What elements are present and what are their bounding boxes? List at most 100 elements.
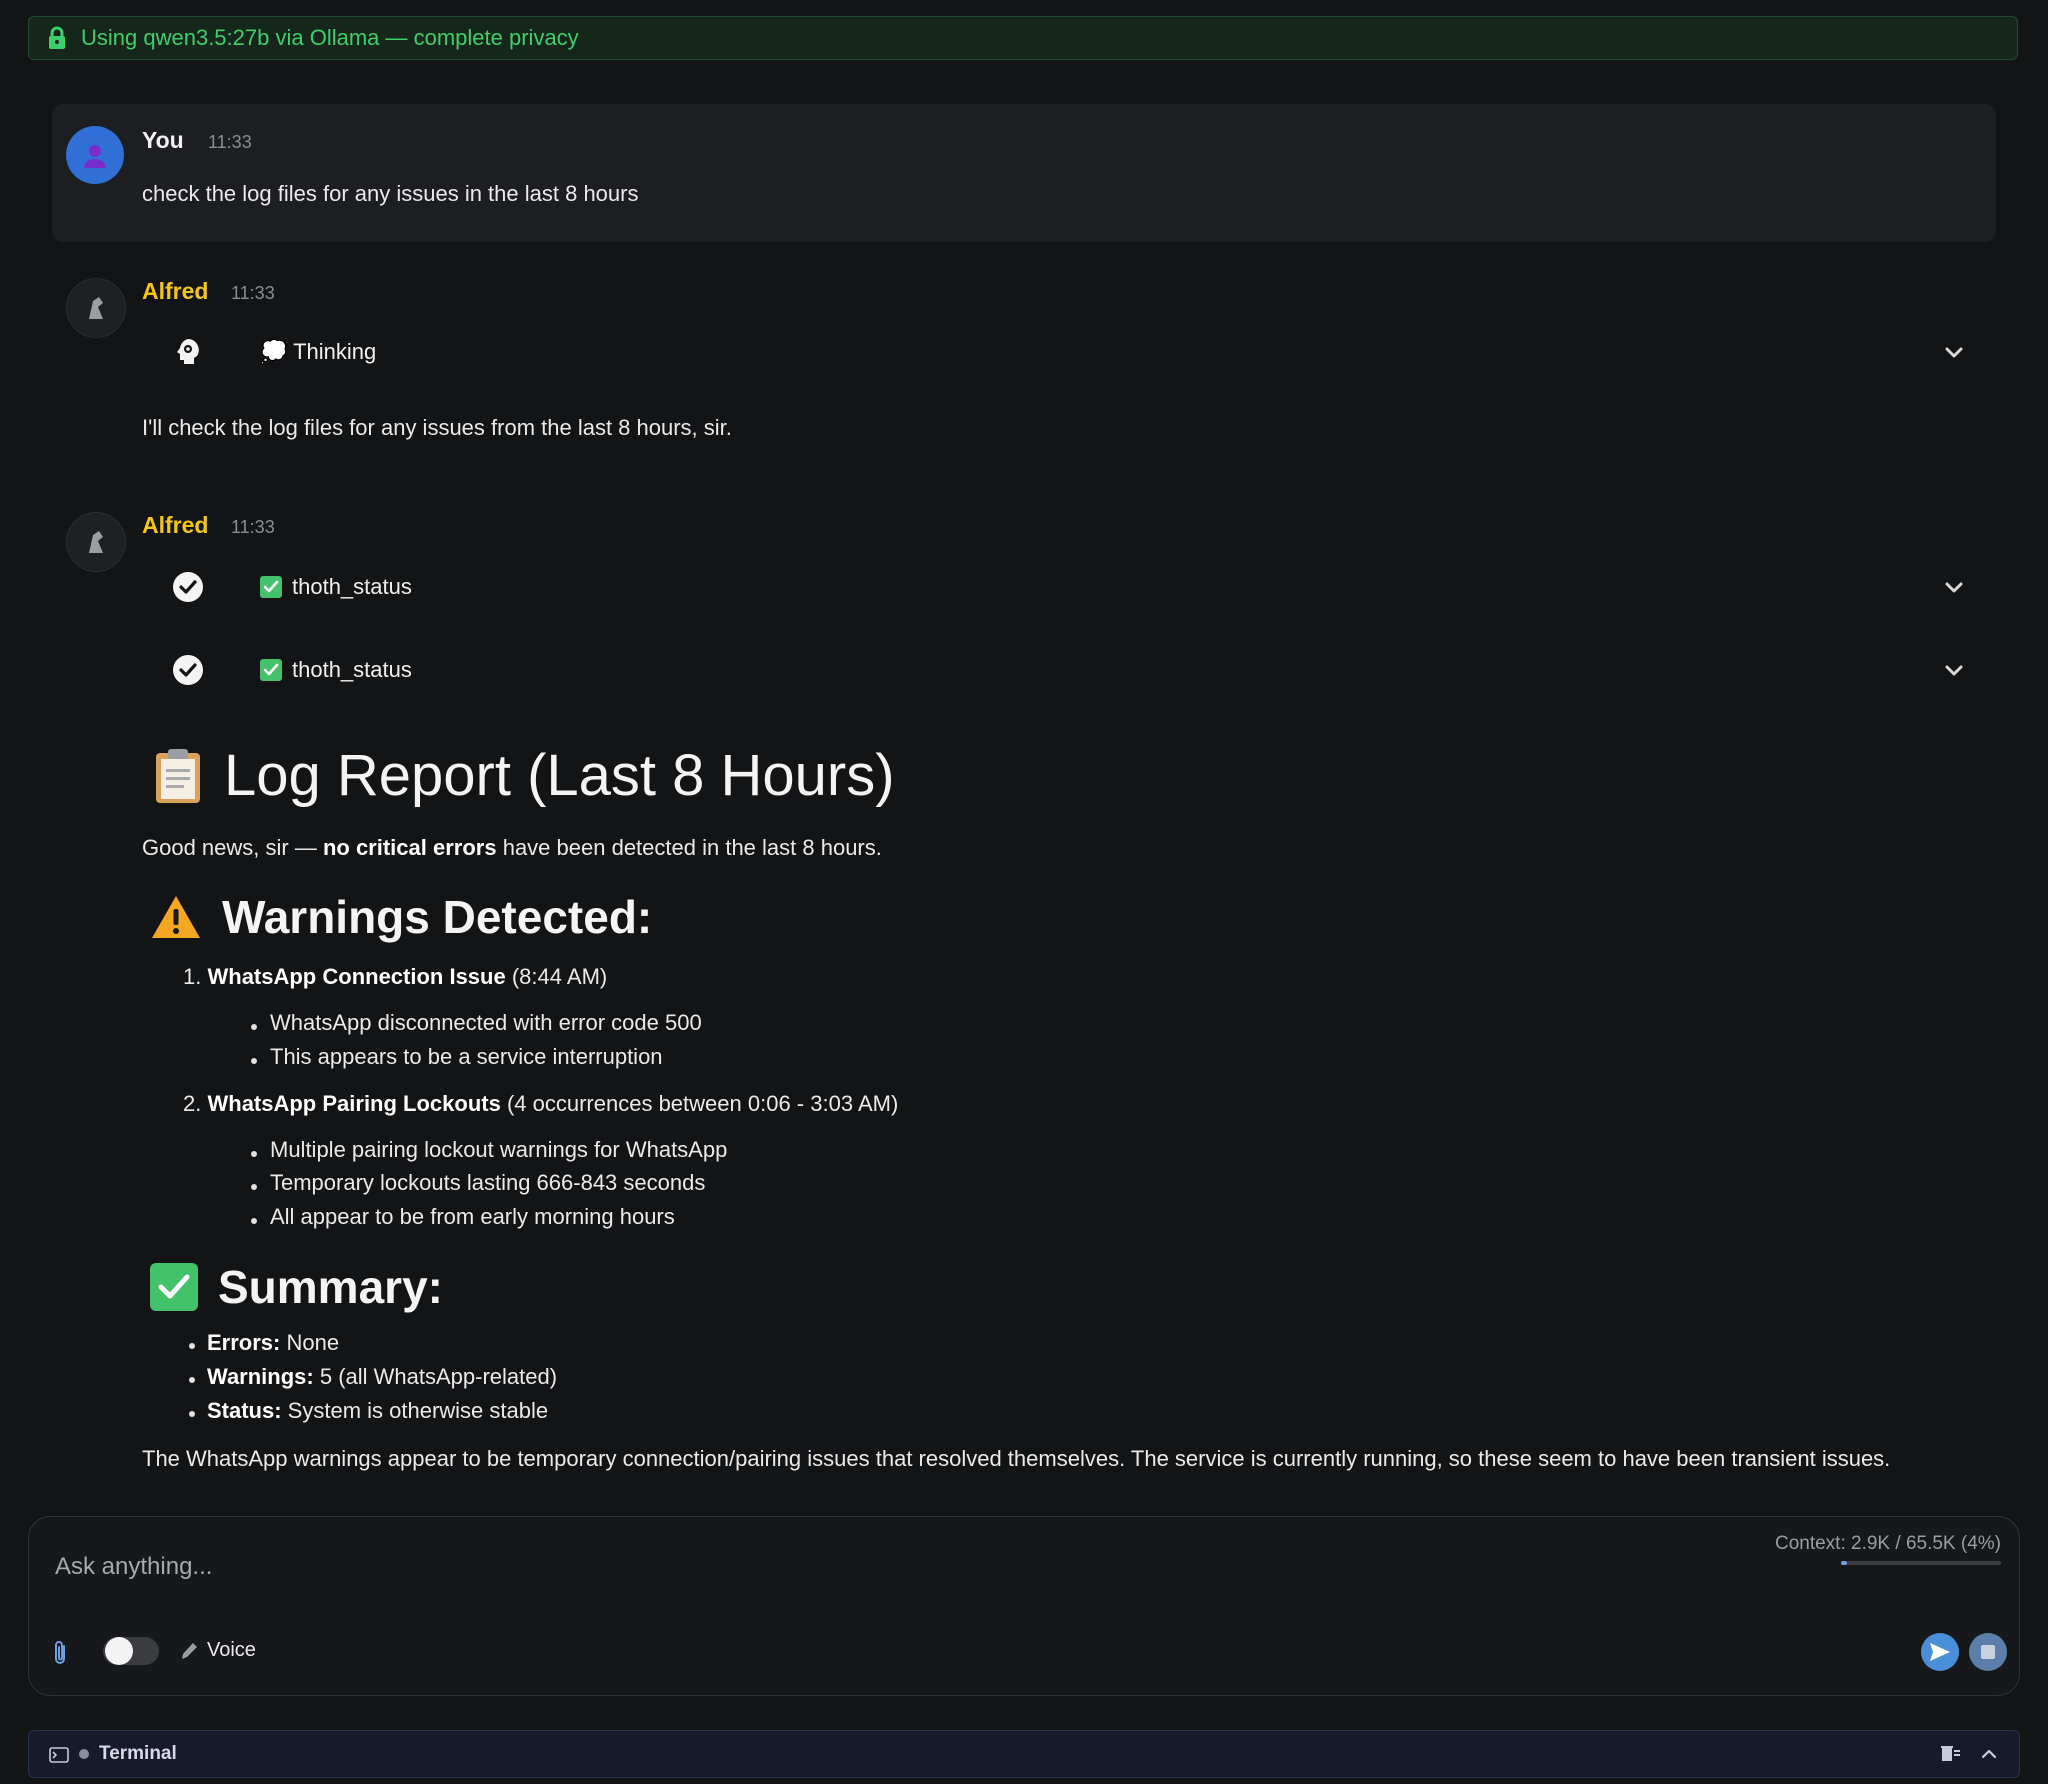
list-item: This appears to be a service interruptio… (270, 1044, 663, 1069)
thinking-label: 💭 Thinking (260, 339, 377, 364)
microphone-icon (182, 1642, 197, 1659)
alfred-avatar (66, 278, 126, 338)
butler-avatar-icon (89, 297, 103, 319)
send-icon (1930, 1643, 1950, 1661)
banner-text: Using qwen3.5:27b via Ollama — complete … (81, 25, 579, 50)
status-dot (79, 1749, 89, 1759)
check-circle-icon (173, 655, 203, 685)
check-box-icon (150, 1263, 198, 1311)
user-avatar (66, 126, 124, 184)
user-name: You (142, 127, 184, 153)
message-composer: Ask anything... Context: 2.9K / 65.5K (4… (28, 1516, 2020, 1696)
check-circle-icon (173, 572, 203, 602)
clear-terminal-icon[interactable] (1941, 1745, 1961, 1763)
bullet-dot (189, 1411, 195, 1417)
tool-label: thoth_status (260, 574, 412, 600)
intro-suffix: have been detected in the last 8 hours. (496, 835, 882, 860)
stop-icon (1981, 1645, 1995, 1659)
warnings-heading: Warnings Detected: (150, 890, 652, 944)
tool-call-row[interactable]: thoth_status (160, 561, 1963, 613)
chevron-down-icon[interactable] (1942, 575, 1966, 599)
warning-detail: (8:44 AM) (505, 964, 608, 989)
alfred-name: Alfred (142, 278, 209, 304)
brain-gear-icon (177, 339, 199, 364)
tool-call-row[interactable]: thoth_status (160, 644, 1963, 696)
intro-prefix: Good news, sir — (142, 835, 323, 860)
warning-item: 1. WhatsApp Connection Issue (8:44 AM) (183, 964, 607, 990)
chevron-down-icon[interactable] (1942, 658, 1966, 682)
summary-key: Status: (207, 1398, 282, 1423)
bullet-dot (251, 1184, 257, 1190)
lock-icon (49, 26, 65, 49)
alfred-reply-text: I'll check the log files for any issues … (142, 415, 732, 440)
summary-value: System is otherwise stable (281, 1398, 549, 1423)
clipboard-icon (156, 748, 200, 803)
send-button[interactable] (1921, 1633, 1959, 1671)
alfred-timestamp: 11:33 (231, 283, 275, 303)
summary-item: Errors: None (207, 1330, 339, 1356)
summary-value: None (280, 1330, 340, 1355)
warning-item: 2. WhatsApp Pairing Lockouts (4 occurren… (183, 1091, 898, 1117)
bullet-dot (251, 1024, 257, 1030)
bullet-dot (189, 1343, 195, 1349)
alfred-name: Alfred (142, 512, 209, 538)
list-number: 2. (183, 1091, 202, 1116)
checkbox-checked-icon (260, 576, 282, 598)
report-title: Log Report (Last 8 Hours) (152, 742, 895, 809)
warning-title: WhatsApp Pairing Lockouts (207, 1091, 501, 1116)
user-timestamp: 11:33 (208, 132, 252, 152)
summary-key: Errors: (207, 1330, 281, 1355)
chevron-down-icon[interactable] (1942, 340, 1966, 364)
list-item: WhatsApp disconnected with error code 50… (270, 1010, 702, 1035)
report-closing: The WhatsApp warnings appear to be tempo… (142, 1446, 1891, 1471)
context-usage-label: Context: 2.9K / 65.5K (4%) (1774, 1533, 2001, 1554)
bullet-dot (189, 1377, 195, 1383)
thinking-block[interactable]: 💭 Thinking (160, 326, 1963, 378)
summary-value: 5 (all WhatsApp-related) (313, 1364, 558, 1389)
voice-control[interactable]: Voice (179, 1639, 256, 1662)
tool-label: thoth_status (260, 657, 412, 683)
voice-label: Voice (207, 1639, 256, 1661)
report-title-text: Log Report (Last 8 Hours) (224, 743, 895, 808)
summary-item: Warnings: 5 (all WhatsApp-related) (207, 1364, 557, 1390)
report-intro: Good news, sir — no critical errors have… (142, 835, 882, 861)
toggle-knob (105, 1637, 133, 1665)
paperclip-icon[interactable] (51, 1639, 69, 1667)
person-icon (84, 145, 106, 168)
tool-name: thoth_status (292, 657, 412, 682)
summary-item: Status: System is otherwise stable (207, 1398, 548, 1424)
user-message (52, 104, 1996, 242)
user-message-text: check the log files for any issues in th… (142, 181, 639, 206)
context-usage-fill (1841, 1561, 1848, 1565)
list-number: 1. (183, 964, 202, 989)
checkbox-checked-icon (260, 659, 282, 681)
alfred-avatar (66, 512, 126, 572)
chevron-up-icon[interactable] (1981, 1747, 1997, 1761)
privacy-banner: Using qwen3.5:27b via Ollama — complete … (28, 16, 2018, 60)
bullet-dot (251, 1151, 257, 1157)
stop-button[interactable] (1969, 1633, 2007, 1671)
list-item: All appear to be from early morning hour… (270, 1204, 675, 1229)
context-usage-bar (1841, 1561, 2001, 1565)
terminal-icon (49, 1747, 69, 1763)
summary-key: Warnings: (207, 1364, 314, 1389)
terminal-label: Terminal (79, 1743, 177, 1765)
terminal-label-text: Terminal (99, 1743, 177, 1764)
butler-avatar-icon (89, 531, 103, 553)
list-item: Multiple pairing lockout warnings for Wh… (270, 1137, 728, 1162)
intro-bold: no critical errors (322, 835, 497, 860)
chat-input[interactable]: Ask anything... (55, 1553, 212, 1581)
list-item: Temporary lockouts lasting 666-843 secon… (270, 1170, 706, 1195)
bullet-dot (251, 1058, 257, 1064)
alfred-timestamp: 11:33 (231, 517, 275, 537)
voice-toggle[interactable] (103, 1637, 159, 1665)
warning-detail: (4 occurrences between 0:06 - 3:03 AM) (500, 1091, 899, 1116)
warning-icon (152, 896, 200, 938)
warnings-heading-text: Warnings Detected: (222, 891, 653, 943)
tool-name: thoth_status (292, 574, 412, 599)
warning-title: WhatsApp Connection Issue (207, 964, 506, 989)
terminal-panel-bar[interactable]: Terminal (28, 1730, 2020, 1778)
summary-heading: Summary: (150, 1260, 443, 1314)
bullet-dot (251, 1218, 257, 1224)
summary-heading-text: Summary: (218, 1261, 443, 1313)
